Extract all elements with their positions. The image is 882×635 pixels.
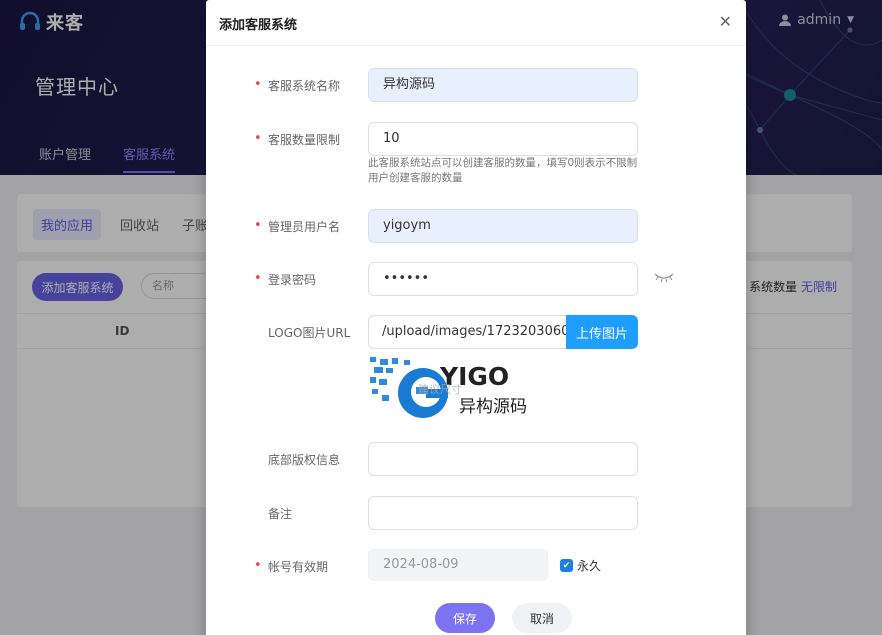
field-label: 登录密码 [268,273,317,287]
field-label: 底部版权信息 [268,453,341,467]
required-mark: • [254,271,262,286]
field-label: 管理员用户名 [268,220,341,234]
remark-input[interactable] [368,496,638,530]
checkmark-icon: ✔ [560,559,573,572]
logo-brand-sub: 异构源码 [459,397,527,417]
eye-closed-icon[interactable] [653,271,675,285]
forever-label: 永久 [577,559,602,573]
field-label: 客服数量限制 [268,133,341,147]
field-label: 备注 [268,507,293,521]
close-icon[interactable]: ✕ [719,12,732,31]
required-mark: • [254,558,262,573]
logo-preview-image: YIGO 异构源码 建议尺寸 [368,355,544,419]
password-input[interactable]: •••••• [368,262,638,296]
field-label: 客服系统名称 [268,79,341,93]
required-mark: • [254,77,262,92]
required-mark: • [254,218,262,233]
save-button[interactable]: 保存 [435,603,495,633]
upload-image-button[interactable]: 上传图片 [566,315,638,349]
logo-size-hint: 建议尺寸 [418,382,462,396]
cancel-button[interactable]: 取消 [512,603,572,633]
field-label: 帐号有效期 [268,560,329,574]
yigo-logo: YIGO 异构源码 建议尺寸 [368,355,544,419]
forever-checkbox[interactable]: ✔ 永久 [560,557,601,574]
dialog-title: 添加客服系统 [219,18,298,33]
staff-limit-hint: 此客服系统站点可以创建客服的数量，填写0则表示不限制用户创建客服的数量 [368,157,638,184]
logo-url-input[interactable]: /upload/images/1723203060.pr [368,315,566,349]
staff-limit-input[interactable]: 10 [368,122,638,156]
add-system-dialog: 添加客服系统 ✕ • 客服系统名称 异构源码 • 客服数量限制 10 此客服系统… [206,0,746,635]
copyright-input[interactable] [368,442,638,476]
system-name-input[interactable]: 异构源码 [368,68,638,102]
admin-username-input[interactable]: yigoym [368,209,638,243]
required-mark: • [254,131,262,146]
field-label: LOGO图片URL [268,326,351,340]
expire-date-input[interactable]: 2024-08-09 [368,549,548,581]
dialog-header: 添加客服系统 ✕ [206,0,746,46]
logo-upload-group: /upload/images/1723203060.pr 上传图片 [368,315,638,349]
